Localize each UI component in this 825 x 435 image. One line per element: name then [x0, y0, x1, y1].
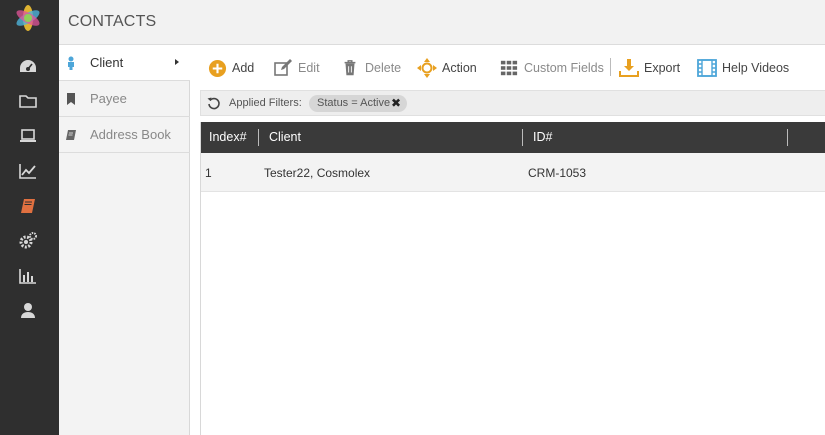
column-header-client[interactable]: Client	[269, 130, 301, 144]
bar-chart-icon[interactable]	[17, 265, 39, 287]
subnav-item-address-book[interactable]: Address Book	[59, 117, 190, 153]
trash-icon	[340, 58, 360, 78]
bookmark-icon	[65, 92, 77, 106]
subnav-item-label: Address Book	[90, 127, 171, 142]
edit-button-label: Edit	[298, 61, 320, 75]
custom-fields-button-label: Custom Fields	[524, 61, 604, 75]
caret-right-icon	[175, 59, 179, 65]
applied-filters-label: Applied Filters:	[229, 97, 302, 109]
folder-icon[interactable]	[17, 90, 39, 112]
filter-chip[interactable]: Status = Active ✖	[309, 95, 408, 112]
book-icon[interactable]	[17, 195, 39, 217]
cell-id: CRM-1053	[528, 166, 587, 180]
edit-icon	[273, 58, 293, 78]
action-button-label: Action	[442, 61, 477, 75]
column-header-id[interactable]: ID#	[533, 130, 552, 144]
laptop-icon[interactable]	[17, 125, 39, 147]
page-header: CONTACTS	[59, 0, 825, 45]
film-icon	[697, 58, 717, 78]
help-videos-button[interactable]: Help Videos	[697, 56, 789, 80]
page-title: CONTACTS	[68, 13, 157, 30]
help-videos-button-label: Help Videos	[722, 61, 790, 75]
user-icon[interactable]	[17, 300, 39, 322]
add-button-label: Add	[232, 61, 255, 75]
person-icon	[65, 56, 77, 70]
column-divider[interactable]	[522, 129, 523, 146]
cell-client: Tester22, Cosmolex	[264, 166, 371, 180]
subnav-item-label: Payee	[90, 91, 127, 106]
move-arrows-icon	[417, 58, 437, 78]
column-divider[interactable]	[787, 129, 788, 146]
applied-filters-bar: Applied Filters: Status = Active ✖	[200, 90, 825, 116]
grid-icon	[499, 58, 519, 78]
delete-button-label: Delete	[365, 61, 402, 75]
column-divider[interactable]	[258, 129, 259, 146]
app-logo-icon[interactable]	[13, 3, 43, 33]
cell-index: 1	[205, 166, 212, 180]
toolbar: Add Edit Delete Action Custom Fields Exp…	[200, 50, 825, 84]
action-button[interactable]: Action	[417, 56, 477, 80]
table-row[interactable]: 1 Tester22, Cosmolex CRM-1053	[201, 153, 825, 192]
contacts-table: Index# Client ID# 1 Tester22, Cosmolex C…	[200, 122, 825, 435]
export-button[interactable]: Export	[619, 56, 680, 80]
table-header: Index# Client ID#	[201, 122, 825, 153]
add-button[interactable]: Add	[207, 56, 254, 80]
reset-filters-icon[interactable]	[207, 96, 221, 110]
dashboard-icon[interactable]	[17, 56, 39, 78]
contacts-subnav: Client Payee Address Book	[59, 45, 190, 435]
custom-fields-button[interactable]: Custom Fields	[499, 56, 604, 80]
line-chart-icon[interactable]	[17, 160, 39, 182]
toolbar-divider	[610, 58, 611, 76]
export-button-label: Export	[644, 61, 681, 75]
column-header-index[interactable]: Index#	[209, 130, 247, 144]
download-icon	[619, 58, 639, 78]
filter-chip-label: Status = Active	[317, 97, 391, 109]
address-book-icon	[65, 128, 77, 142]
gears-icon[interactable]	[17, 230, 39, 252]
subnav-item-label: Client	[90, 55, 124, 70]
icon-rail	[0, 0, 59, 435]
subnav-item-client[interactable]: Client	[59, 45, 190, 81]
delete-button[interactable]: Delete	[340, 56, 401, 80]
remove-filter-icon[interactable]: ✖	[391, 95, 401, 112]
plus-circle-icon	[207, 58, 227, 78]
edit-button[interactable]: Edit	[273, 56, 320, 80]
subnav-item-payee[interactable]: Payee	[59, 81, 190, 117]
